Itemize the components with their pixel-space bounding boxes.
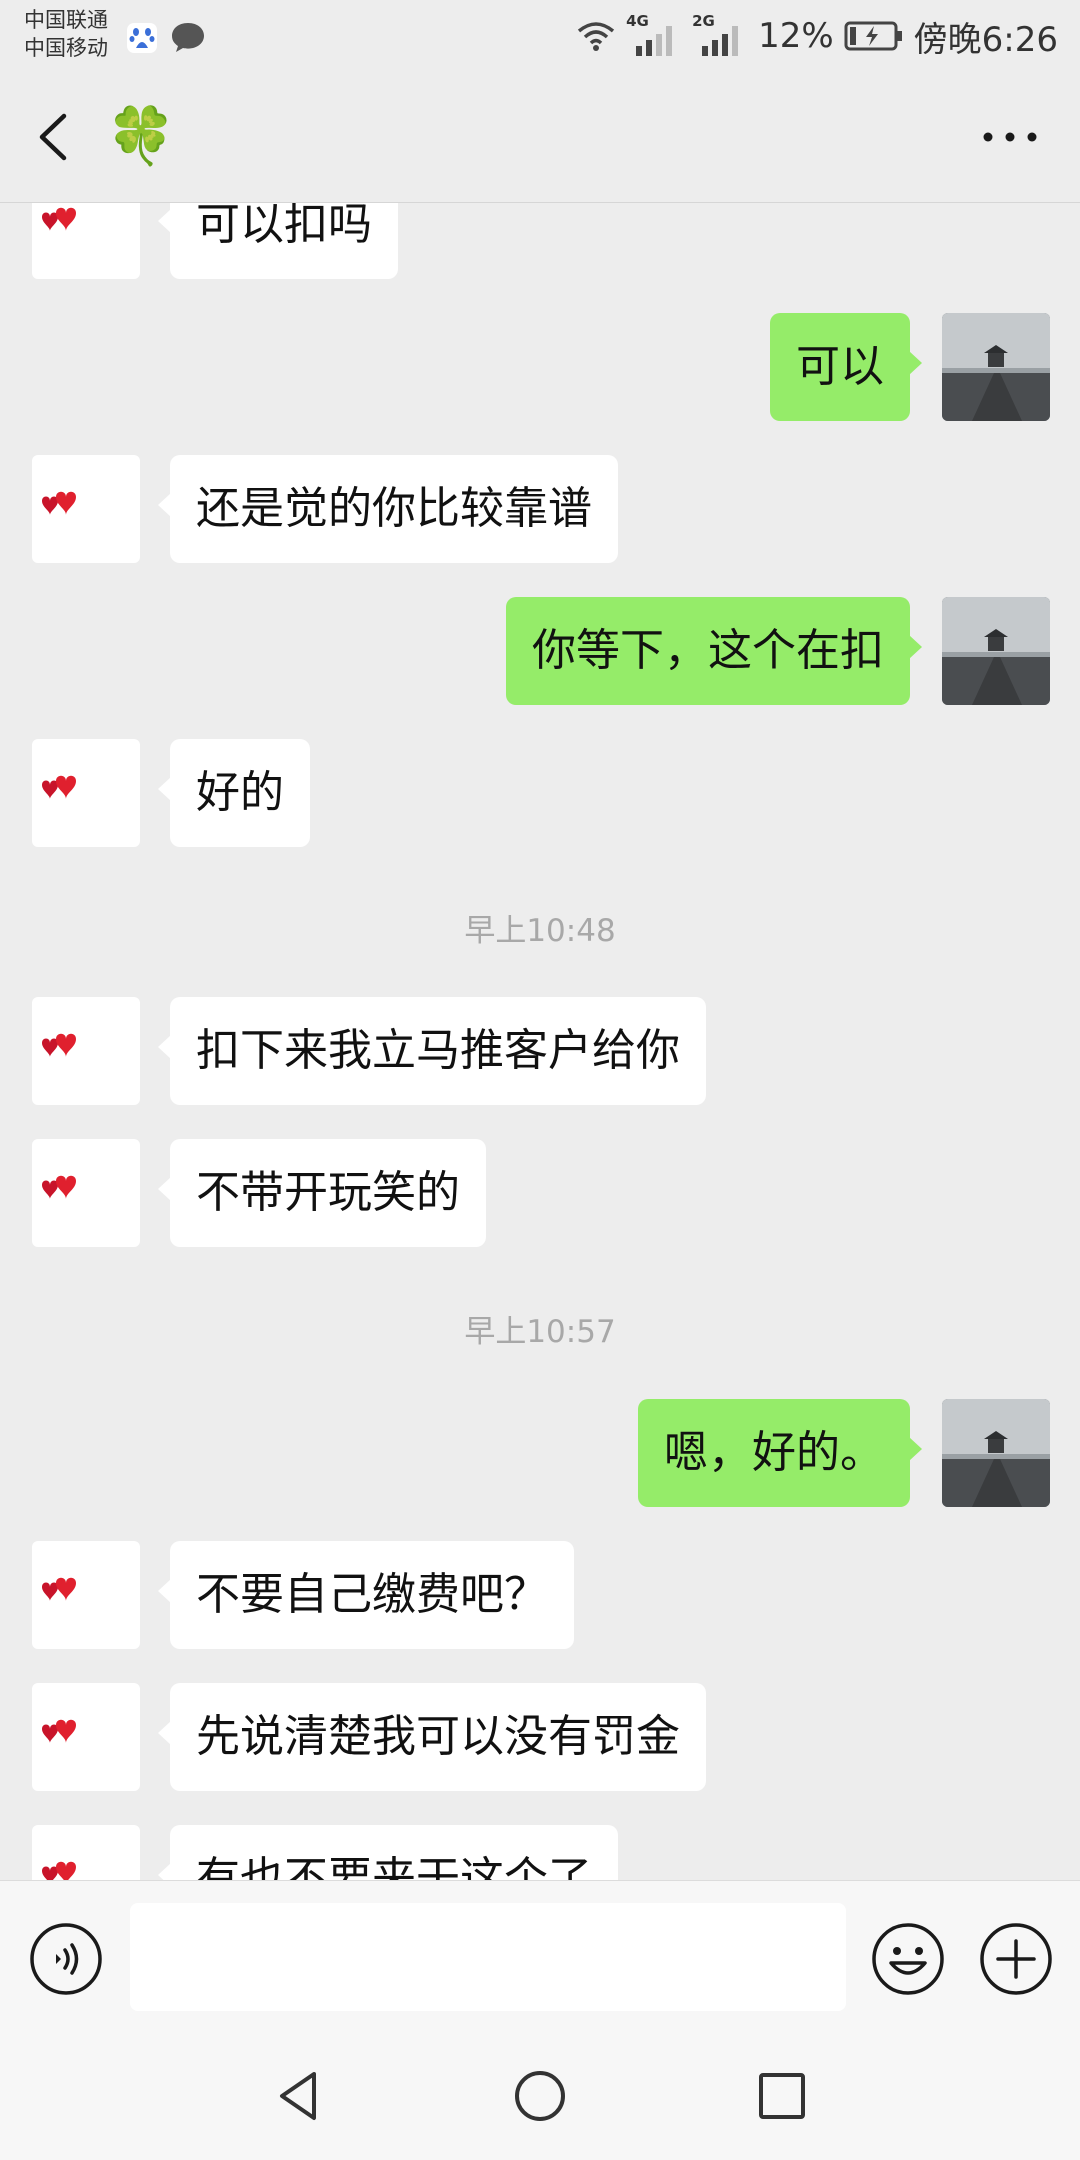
- contact-avatar[interactable]: [32, 1541, 140, 1649]
- hearts-icon: [42, 1577, 76, 1601]
- chat-title: 🍀: [106, 104, 176, 169]
- battery-charging-icon: [844, 21, 902, 51]
- message-outgoing: 你等下，这个在扣: [0, 597, 1080, 707]
- message-incoming: 可以扣吗: [0, 203, 1080, 281]
- hearts-icon: [42, 1861, 76, 1880]
- nav-recent-apps-icon[interactable]: [752, 2066, 812, 2126]
- message-incoming: 还是觉的你比较靠谱: [0, 455, 1080, 565]
- clock: 傍晚6:26: [913, 19, 1058, 60]
- signal-2g: 2G: [692, 12, 748, 56]
- message-bubble[interactable]: 还是觉的你比较靠谱: [158, 455, 618, 563]
- pier-pavilion-icon: [942, 597, 1050, 705]
- battery-percent: 12%: [758, 16, 834, 56]
- contact-avatar[interactable]: [32, 997, 140, 1105]
- status-right: 4G 2G 12% 傍晚6:26: [576, 12, 1058, 60]
- message-incoming: 先说清楚我可以没有罚金: [0, 1683, 1080, 1793]
- message-outgoing: 可以: [0, 313, 1080, 423]
- input-bar: [0, 1880, 1080, 2031]
- chat-header: 🍀: [0, 72, 1080, 203]
- message-incoming: 不要自己缴费吧？: [0, 1541, 1080, 1651]
- message-timestamp: 早上10:57: [464, 1314, 616, 1350]
- hearts-icon: [42, 207, 76, 231]
- message-bubble[interactable]: 你等下，这个在扣: [506, 597, 922, 705]
- signal-icon: [702, 26, 739, 56]
- baidu-paw-icon: [127, 23, 157, 53]
- contact-avatar[interactable]: [32, 1825, 140, 1880]
- message-timestamp: 早上10:48: [464, 913, 616, 949]
- contact-avatar[interactable]: [32, 1683, 140, 1791]
- message-bubble[interactable]: 可以: [770, 313, 922, 421]
- nav-home-icon[interactable]: [510, 2066, 570, 2126]
- contact-avatar[interactable]: [32, 203, 140, 279]
- signal-4g: 4G: [626, 12, 682, 56]
- message-bubble[interactable]: 好的: [158, 739, 310, 847]
- message-bubble[interactable]: 不带开玩笑的: [158, 1139, 486, 1247]
- hearts-icon: [42, 1175, 76, 1199]
- hearts-icon: [42, 1033, 76, 1057]
- message-incoming: 扣下来我立马推客户给你: [0, 997, 1080, 1107]
- my-avatar[interactable]: [942, 597, 1050, 705]
- message-bubble-icon: [172, 23, 204, 52]
- message-incoming: 不带开玩笑的: [0, 1139, 1080, 1249]
- emoji-icon[interactable]: [870, 1921, 946, 1997]
- status-bar: 中国联通 中国移动 4G 2G 12% 傍晚6:26: [0, 0, 1080, 72]
- message-incoming: 好的: [0, 739, 1080, 849]
- system-nav-bar: [0, 2030, 1080, 2160]
- carrier-1-label: 中国联通: [24, 8, 108, 32]
- message-bubble[interactable]: 先说清楚我可以没有罚金: [158, 1683, 706, 1791]
- hearts-icon: [42, 491, 76, 515]
- carrier-info: 中国联通 中国移动: [24, 6, 108, 62]
- chevron-left-icon[interactable]: [30, 110, 80, 164]
- message-incoming: 有也不要来干这个了: [0, 1825, 1080, 1880]
- message-list[interactable]: 可以扣吗 可以 还是觉的你比较靠谱 你等下，这个在扣 好的 早上10:48 扣下…: [0, 203, 1080, 1880]
- message-bubble[interactable]: 有也不要来干这个了: [158, 1825, 618, 1880]
- pier-pavilion-icon: [942, 313, 1050, 421]
- message-input[interactable]: [130, 1903, 846, 2011]
- message-bubble[interactable]: 不要自己缴费吧？: [158, 1541, 574, 1649]
- nav-back-icon[interactable]: [270, 2066, 330, 2126]
- carrier-2-label: 中国移动: [24, 36, 108, 60]
- message-bubble[interactable]: 嗯，好的。: [638, 1399, 922, 1507]
- message-outgoing: 嗯，好的。: [0, 1399, 1080, 1509]
- message-bubble[interactable]: 可以扣吗: [158, 203, 398, 279]
- wifi-icon: [577, 22, 615, 51]
- hearts-icon: [42, 1719, 76, 1743]
- signal-icon: [636, 26, 673, 56]
- more-dots-icon[interactable]: [980, 122, 1040, 152]
- voice-icon[interactable]: [28, 1921, 104, 1997]
- contact-avatar[interactable]: [32, 739, 140, 847]
- pier-pavilion-icon: [942, 1399, 1050, 1507]
- my-avatar[interactable]: [942, 313, 1050, 421]
- my-avatar[interactable]: [942, 1399, 1050, 1507]
- plus-icon[interactable]: [978, 1921, 1054, 1997]
- contact-avatar[interactable]: [32, 455, 140, 563]
- contact-avatar[interactable]: [32, 1139, 140, 1247]
- hearts-icon: [42, 775, 76, 799]
- message-bubble[interactable]: 扣下来我立马推客户给你: [158, 997, 706, 1105]
